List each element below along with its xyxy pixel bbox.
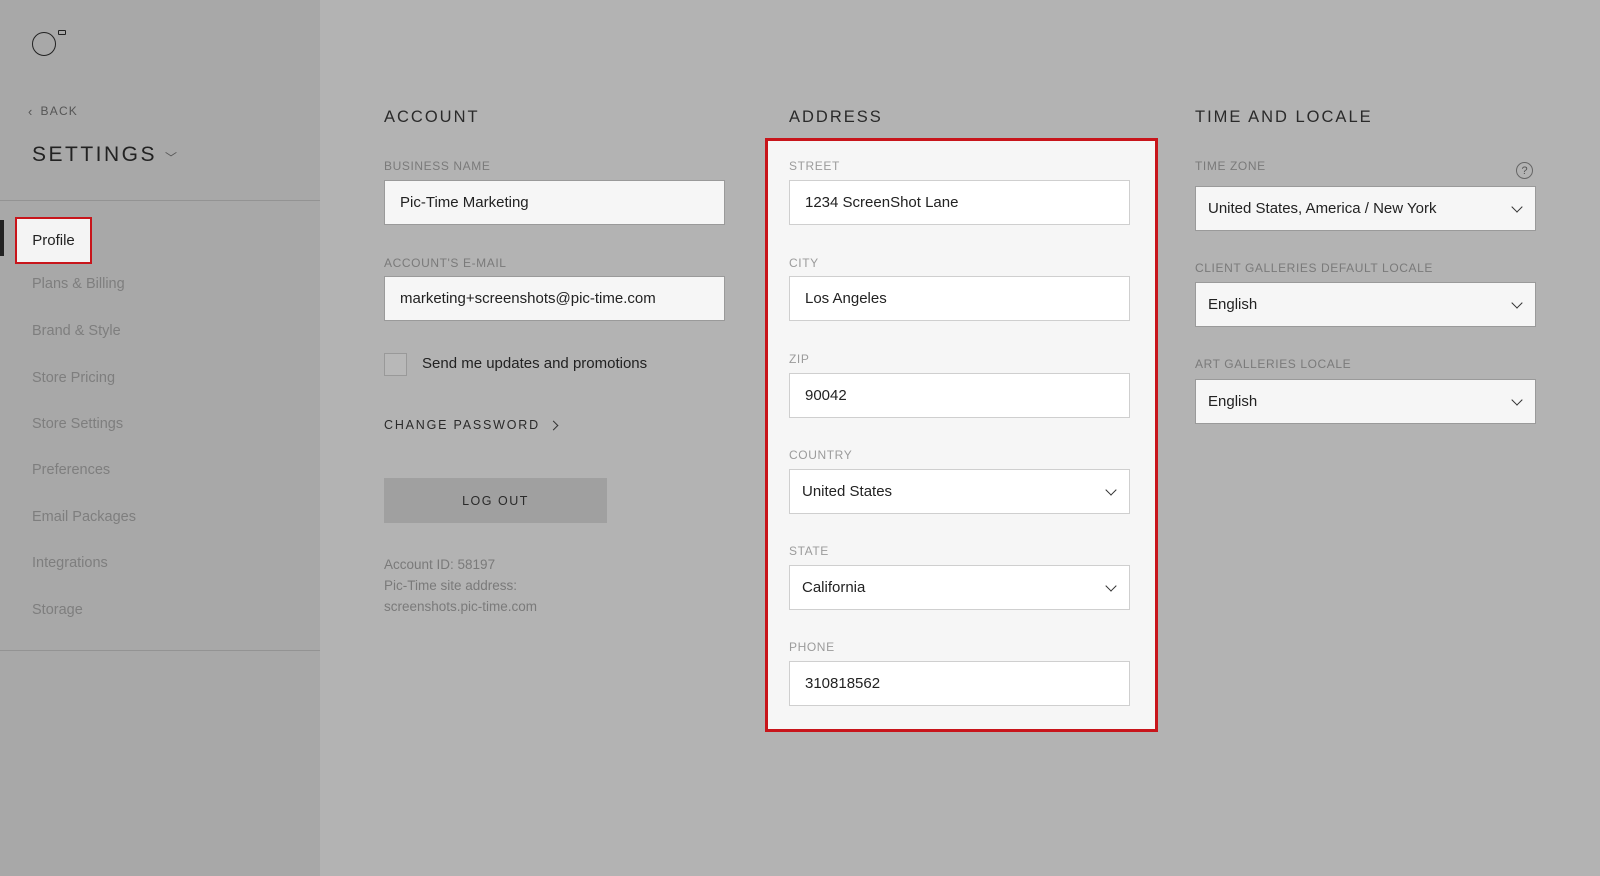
chevron-down-icon <box>1511 393 1523 406</box>
pic-time-logo-icon[interactable] <box>32 28 72 58</box>
help-icon[interactable]: ? <box>1516 162 1533 179</box>
chevron-down-icon: ﹀ <box>165 150 180 165</box>
street-value: 1234 ScreenShot Lane <box>805 194 959 211</box>
change-password-link[interactable]: CHANGE PASSWORD <box>384 418 559 432</box>
business-name-value: Pic-Time Marketing <box>400 194 529 211</box>
street-field[interactable]: 1234 ScreenShot Lane <box>789 180 1130 225</box>
settings-title-label: SETTINGS <box>32 143 158 166</box>
sidebar-divider-top <box>0 200 320 201</box>
sidebar: ‹ BACK SETTINGS ﹀ Profile Plans & Billin… <box>0 0 320 876</box>
sidebar-item-preferences[interactable]: Preferences <box>32 462 110 478</box>
account-id: Account ID: 58197 <box>384 557 496 572</box>
account-section-title: ACCOUNT <box>384 108 480 126</box>
change-password-label: CHANGE PASSWORD <box>384 418 540 432</box>
sidebar-item-store-pricing[interactable]: Store Pricing <box>32 370 115 386</box>
phone-field[interactable]: 310818562 <box>789 661 1130 706</box>
chevron-down-icon <box>1105 579 1117 592</box>
country-value: United States <box>802 483 893 500</box>
sidebar-item-store-settings[interactable]: Store Settings <box>32 416 123 432</box>
sidebar-item-storage[interactable]: Storage <box>32 602 83 618</box>
chevron-down-icon <box>1511 200 1523 213</box>
email-label: ACCOUNT'S E-MAIL <box>384 256 507 270</box>
time-locale-section-title: TIME AND LOCALE <box>1195 108 1373 126</box>
street-label: STREET <box>789 159 840 173</box>
city-label: CITY <box>789 256 819 270</box>
back-link[interactable]: ‹ BACK <box>28 104 78 118</box>
zip-value: 90042 <box>805 387 847 404</box>
address-section-title: ADDRESS <box>789 108 883 126</box>
chevron-right-icon <box>548 420 559 430</box>
business-name-label: BUSINESS NAME <box>384 159 491 173</box>
state-value: California <box>802 579 866 596</box>
art-locale-select[interactable]: English <box>1195 379 1536 424</box>
back-label: BACK <box>40 104 79 118</box>
client-locale-value: English <box>1208 296 1258 313</box>
active-indicator <box>0 220 4 256</box>
zip-field[interactable]: 90042 <box>789 373 1130 418</box>
sidebar-item-brand-style[interactable]: Brand & Style <box>32 323 121 339</box>
business-name-field[interactable]: Pic-Time Marketing <box>384 180 725 225</box>
art-locale-value: English <box>1208 393 1258 410</box>
chevron-down-icon <box>1511 296 1523 309</box>
chevron-left-icon: ‹ <box>28 103 34 119</box>
time-zone-value: United States, America / New York <box>1208 200 1437 217</box>
state-label: STATE <box>789 544 829 558</box>
email-value: marketing+screenshots@pic-time.com <box>400 290 656 307</box>
sidebar-divider-bottom <box>0 650 320 651</box>
sidebar-item-plans-billing[interactable]: Plans & Billing <box>32 276 125 292</box>
client-locale-select[interactable]: English <box>1195 282 1536 327</box>
country-label: COUNTRY <box>789 448 853 462</box>
state-select[interactable]: California <box>789 565 1130 610</box>
time-zone-label: TIME ZONE <box>1195 159 1266 173</box>
logout-button[interactable]: LOG OUT <box>384 478 607 523</box>
sidebar-item-integrations[interactable]: Integrations <box>32 555 108 571</box>
site-address-value: screenshots.pic-time.com <box>384 599 538 614</box>
settings-menu-title[interactable]: SETTINGS ﹀ <box>32 143 180 167</box>
email-field[interactable]: marketing+screenshots@pic-time.com <box>384 276 725 321</box>
address-form-panel: STREET 1234 ScreenShot Lane CITY Los Ang… <box>765 138 1158 732</box>
city-value: Los Angeles <box>805 290 887 307</box>
phone-value: 310818562 <box>805 675 881 692</box>
updates-checkbox[interactable] <box>384 353 407 376</box>
chevron-down-icon <box>1105 483 1117 496</box>
country-select[interactable]: United States <box>789 469 1130 514</box>
sidebar-item-label: Profile <box>32 232 75 249</box>
sidebar-item-email-packages[interactable]: Email Packages <box>32 509 136 525</box>
logout-label: LOG OUT <box>462 493 529 508</box>
sidebar-item-profile[interactable]: Profile <box>15 217 92 264</box>
art-locale-label: ART GALLERIES LOCALE <box>1195 357 1352 371</box>
city-field[interactable]: Los Angeles <box>789 276 1130 321</box>
zip-label: ZIP <box>789 352 810 366</box>
updates-checkbox-label[interactable]: Send me updates and promotions <box>422 355 647 372</box>
site-address-label: Pic-Time site address: <box>384 578 518 593</box>
client-locale-label: CLIENT GALLERIES DEFAULT LOCALE <box>1195 261 1434 275</box>
phone-label: PHONE <box>789 640 835 654</box>
time-zone-select[interactable]: United States, America / New York <box>1195 186 1536 231</box>
